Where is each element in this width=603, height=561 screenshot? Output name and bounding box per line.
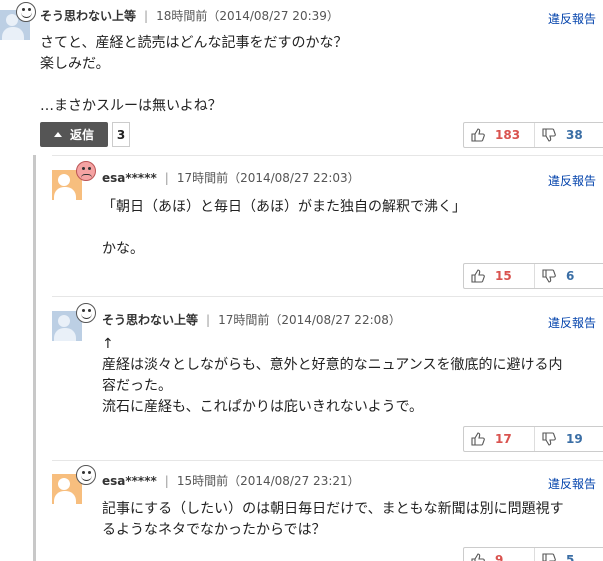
divider: [52, 296, 603, 297]
down-count: 6: [566, 269, 575, 283]
angry-face-icon: [76, 161, 96, 181]
vote-box: 15 6: [463, 263, 603, 289]
comment-meta: esa***** | 15時間前（2014/08/27 23:21）: [102, 474, 360, 488]
thumbs-up-button[interactable]: 183: [464, 123, 534, 147]
timestamp: 17時間前（2014/08/27 22:03）: [176, 171, 360, 185]
comment-text: ↑ 産経は淡々としながらも、意外と好意的なニュアンスを徹底的に避ける内 容だった…: [102, 336, 563, 415]
timestamp: 17時間前（2014/08/27 22:08）: [218, 313, 401, 327]
thumbs-up-icon: [471, 432, 485, 446]
down-count: 38: [566, 128, 583, 142]
thread-line: [33, 155, 36, 561]
thumbs-down-icon: [542, 553, 556, 561]
comment-text: 「朝日（あほ）と毎日（あほ）がまた独自の解釈で沸く」 かな。: [102, 199, 466, 257]
thumbs-down-icon: [542, 432, 556, 446]
comment-meta: そう思わない上等 | 18時間前（2014/08/27 20:39）: [40, 9, 339, 23]
comment-meta: esa***** | 17時間前（2014/08/27 22:03）: [102, 171, 360, 185]
comment-meta: そう思わない上等 | 17時間前（2014/08/27 22:08）: [102, 313, 401, 327]
user-name[interactable]: esa*****: [102, 171, 157, 185]
thumbs-up-icon: [471, 128, 485, 142]
report-link[interactable]: 違反報告: [548, 10, 596, 27]
up-count: 17: [495, 432, 512, 446]
user-name[interactable]: そう思わない上等: [40, 9, 136, 23]
up-count: 183: [495, 128, 521, 142]
down-count: 5: [566, 553, 575, 561]
timestamp: 18時間前（2014/08/27 20:39）: [156, 9, 339, 23]
report-link[interactable]: 違反報告: [548, 172, 596, 189]
thumbs-down-button[interactable]: 6: [534, 264, 603, 288]
up-count: 9: [495, 553, 504, 561]
triangle-up-icon: [53, 132, 62, 137]
thumbs-up-button[interactable]: 9: [464, 548, 534, 561]
comment-text: さてと、産経と読売はどんな記事をだすのかな？ 楽しみだ。 …まさかスルーは無いよ…: [40, 35, 348, 114]
thumbs-down-button[interactable]: 38: [534, 123, 603, 147]
smile-face-icon: [76, 303, 96, 323]
reply-button[interactable]: 返信: [40, 122, 108, 147]
thumbs-down-icon: [542, 128, 556, 142]
thumbs-up-icon: [471, 553, 485, 561]
user-name[interactable]: そう思わない上等: [102, 313, 198, 327]
vote-box: 9 5: [463, 547, 603, 561]
divider: [52, 155, 603, 156]
thumbs-up-button[interactable]: 17: [464, 427, 534, 451]
report-link[interactable]: 違反報告: [548, 314, 596, 331]
reply-label: 返信: [69, 128, 94, 142]
up-count: 15: [495, 269, 512, 283]
smile-face-icon: [76, 465, 96, 485]
divider: [52, 460, 603, 461]
user-name[interactable]: esa*****: [102, 474, 157, 488]
thumbs-down-button[interactable]: 5: [534, 548, 603, 561]
smile-face-icon: [16, 2, 36, 22]
thumbs-up-icon: [471, 269, 485, 283]
vote-box: 183 38: [463, 122, 603, 148]
thumbs-up-button[interactable]: 15: [464, 264, 534, 288]
comment-text: 記事にする（したい）のは朝日毎日だけで、まともな新聞は別に問題視す るようなネタ…: [102, 501, 564, 538]
thumbs-down-button[interactable]: 19: [534, 427, 603, 451]
reply-count[interactable]: 3: [112, 122, 130, 147]
timestamp: 15時間前（2014/08/27 23:21）: [176, 474, 360, 488]
down-count: 19: [566, 432, 583, 446]
report-link[interactable]: 違反報告: [548, 475, 596, 492]
thumbs-down-icon: [542, 269, 556, 283]
vote-box: 17 19: [463, 426, 603, 452]
